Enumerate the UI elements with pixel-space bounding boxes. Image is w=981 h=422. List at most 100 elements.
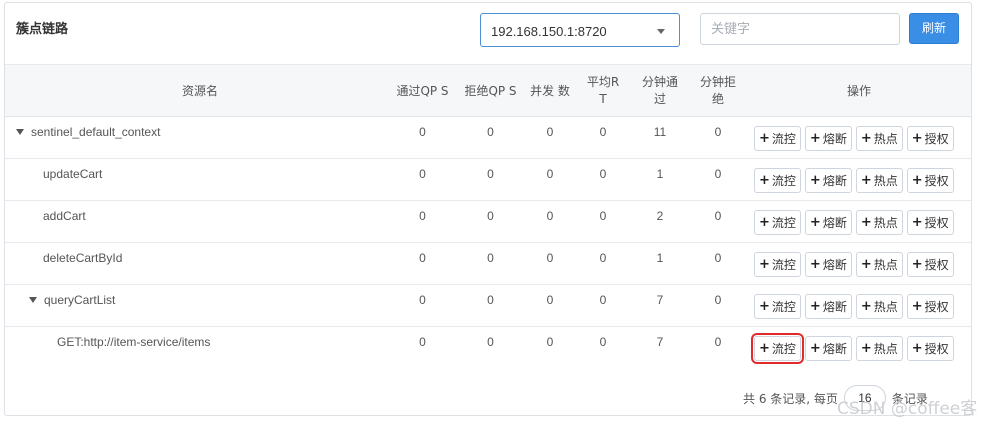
table-row: queryCartList 0 0 0 0 7 0 + 流控 + 熔断 + 热点 + 授权 [5,285,971,327]
action-label: 热点 [873,300,898,314]
pass-qps-cell: 0 [419,335,426,349]
hotspot-button[interactable]: + 热点 [855,210,903,235]
block-qps-cell: 0 [487,167,494,181]
resource-name: updateCart [43,167,103,181]
resource-name: addCart [43,209,86,223]
degrade-button[interactable]: + 熔断 [804,336,852,361]
flow-control-button[interactable]: + 流控 [754,294,801,319]
action-label: 流控 [771,174,796,188]
caret-down-icon[interactable] [29,297,37,303]
minute-pass-cell: 7 [656,293,664,307]
column-header-ops: 操作 [846,83,871,98]
authority-button[interactable]: + 授权 [906,168,954,193]
resource-name: deleteCartById [43,251,123,265]
hotspot-button[interactable]: + 热点 [855,126,903,151]
machine-select-value: 192.168.150.1:8720 [491,24,607,39]
table-header: 资源名 通过QP S 拒绝QP S 并发 数 平均R T 分钟通 过 分钟拒 绝… [5,65,971,117]
plus-icon: + [860,215,872,230]
resource-name-cell: GET:http://item-service/items [57,327,210,357]
cluster-link-panel: 簇点链路 192.168.150.1:8720 刷新 资源名 通过QP S 拒绝… [4,2,972,416]
avg-rt-cell: 0 [599,167,607,181]
refresh-button[interactable]: 刷新 [909,13,959,44]
degrade-button[interactable]: + 熔断 [804,252,852,277]
resource-name-cell: addCart [43,201,86,231]
action-label: 流控 [771,342,796,356]
concurrency-cell: 0 [546,293,554,307]
resource-name: sentinel_default_context [31,125,161,139]
minute-pass-cell: 11 [653,125,667,139]
pass-qps-cell: 0 [419,209,426,223]
authority-button[interactable]: + 授权 [906,294,954,319]
action-label: 授权 [924,300,949,314]
flow-control-button[interactable]: + 流控 [754,252,801,277]
degrade-button[interactable]: + 熔断 [804,210,852,235]
row-actions: + 流控 + 熔断 + 热点 + 授权 [754,294,958,319]
hotspot-button[interactable]: + 热点 [855,294,903,319]
page-title: 簇点链路 [16,22,69,37]
pagination-total: 共 6 条记录, 每页 [743,391,838,406]
plus-icon: + [759,341,770,356]
block-qps-cell: 0 [487,251,494,265]
avg-rt-cell: 0 [599,125,607,139]
action-label: 授权 [924,174,949,188]
plus-icon: + [860,341,872,356]
resource-name-cell: updateCart [43,159,102,189]
plus-icon: + [911,131,923,146]
plus-icon: + [809,341,821,356]
flow-control-button[interactable]: + 流控 [754,126,801,151]
column-header-minute-block: 分钟拒 绝 [699,75,736,106]
flow-control-button[interactable]: + 流控 [751,333,804,364]
minute-pass-cell: 2 [656,209,664,223]
action-label: 熔断 [822,174,847,188]
avg-rt-cell: 0 [599,335,607,349]
minute-pass-cell: 1 [656,251,664,265]
plus-icon: + [809,257,821,272]
resource-name: GET:http://item-service/items [57,335,211,349]
keyword-search-input[interactable] [700,13,900,45]
caret-down-icon[interactable] [16,129,24,135]
row-actions: + 流控 + 熔断 + 热点 + 授权 [754,210,958,235]
degrade-button[interactable]: + 熔断 [804,294,852,319]
avg-rt-cell: 0 [599,251,607,265]
watermark: CSDN @coffee客 [837,399,978,419]
plus-icon: + [911,341,923,356]
machine-select[interactable]: 192.168.150.1:8720 [480,13,680,47]
degrade-button[interactable]: + 熔断 [804,168,852,193]
hotspot-button[interactable]: + 热点 [855,336,903,361]
pass-qps-cell: 0 [419,293,426,307]
minute-pass-cell: 7 [656,335,664,349]
row-actions: + 流控 + 熔断 + 热点 + 授权 [754,252,958,277]
authority-button[interactable]: + 授权 [906,336,954,361]
plus-icon: + [759,131,770,146]
table-row: updateCart 0 0 0 0 1 0 + 流控 + 熔断 + 热点 + 授权 [5,159,971,201]
table-row: GET:http://item-service/items 0 0 0 0 7 0 + 流控 + 熔… [5,327,971,369]
plus-icon: + [911,173,923,188]
flow-control-button[interactable]: + 流控 [754,168,801,193]
hotspot-button[interactable]: + 热点 [855,168,903,193]
flow-control-button[interactable]: + 流控 [754,210,801,235]
action-label: 授权 [924,216,949,230]
minute-block-cell: 0 [714,125,722,139]
action-label: 熔断 [822,342,847,356]
authority-button[interactable]: + 授权 [906,126,954,151]
action-label: 流控 [771,300,796,314]
pass-qps-cell: 0 [419,125,426,139]
plus-icon: + [860,257,872,272]
authority-button[interactable]: + 授权 [906,210,954,235]
degrade-button[interactable]: + 熔断 [804,126,852,151]
plus-icon: + [911,299,923,314]
pass-qps-cell: 0 [419,167,426,181]
action-label: 流控 [771,132,796,146]
table-row: deleteCartById 0 0 0 0 1 0 + 流控 + 熔断 + 热点 + 授权 [5,243,971,285]
action-label: 熔断 [822,300,847,314]
plus-icon: + [860,299,872,314]
plus-icon: + [759,299,770,314]
authority-button[interactable]: + 授权 [906,252,954,277]
block-qps-cell: 0 [487,125,494,139]
plus-icon: + [809,215,821,230]
minute-block-cell: 0 [714,251,722,265]
avg-rt-cell: 0 [599,209,607,223]
table-row: sentinel_default_context 0 0 0 0 11 0 + 流控 + 熔断 + 热点… [5,117,971,159]
action-label: 熔断 [822,132,847,146]
hotspot-button[interactable]: + 热点 [855,252,903,277]
